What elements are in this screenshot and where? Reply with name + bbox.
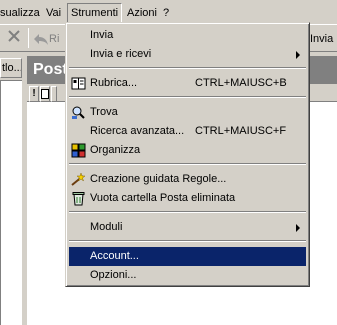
menu-item-label: Creazione guidata Regole... xyxy=(90,173,227,185)
menu-item-label: Ricerca avanzata... xyxy=(90,125,185,137)
menu-separator xyxy=(69,240,306,242)
menu-separator xyxy=(69,96,306,98)
menu-item-label: Trova xyxy=(90,106,118,118)
organize-icon xyxy=(71,143,86,158)
menu-item-account[interactable]: Account... xyxy=(69,247,306,266)
menu-visualizza[interactable]: sualizza xyxy=(0,5,43,21)
menu-item-rubrica[interactable]: Rubrica... CTRL+MAIUSC+B xyxy=(69,74,306,93)
menu-item-moduli[interactable]: Moduli xyxy=(69,218,306,237)
menu-item-organizza[interactable]: Organizza xyxy=(69,141,306,160)
menu-item-label: Organizza xyxy=(90,144,141,156)
importance-column[interactable]: ! xyxy=(29,86,39,102)
menu-separator xyxy=(69,211,306,213)
menu-item-label: Account... xyxy=(90,250,139,262)
send-button[interactable]: Invia xyxy=(310,29,333,49)
menu-item-label: Moduli xyxy=(90,221,123,233)
submenu-arrow-icon xyxy=(296,51,300,59)
menu-item-vuota-posta-eliminata[interactable]: Vuota cartella Posta eliminata xyxy=(69,189,306,208)
menu-azioni[interactable]: Azioni xyxy=(124,5,160,21)
menu-item-ricerca-avanzata[interactable]: Ricerca avanzata... CTRL+MAIUSC+F xyxy=(69,122,306,141)
attachment-column[interactable] xyxy=(40,86,50,102)
menu-bar: sualizza Vai Strumenti Azioni ? xyxy=(0,0,337,24)
menu-item-label: Invia e ricevi xyxy=(90,48,152,60)
menu-item-creazione-guidata-regole[interactable]: Creazione guidata Regole... xyxy=(69,170,306,189)
menu-item-opzioni[interactable]: Opzioni... xyxy=(69,266,306,285)
menu-strumenti[interactable]: Strumenti xyxy=(67,3,123,23)
toolbar-divider xyxy=(28,28,29,48)
submenu-arrow-icon xyxy=(296,224,300,232)
address-book-icon xyxy=(71,76,86,91)
rules-wizard-icon xyxy=(71,172,86,187)
menu-item-label: Vuota cartella Posta eliminata xyxy=(90,192,236,204)
find-icon xyxy=(71,105,86,120)
menu-vai[interactable]: Vai xyxy=(43,5,64,21)
menu-item-shortcut: CTRL+MAIUSC+F xyxy=(195,125,287,137)
strumenti-dropdown: Invia Invia e ricevi Rubrica... CTRL+MAI… xyxy=(65,22,310,287)
folder-list[interactable] xyxy=(0,80,22,325)
menu-help[interactable]: ? xyxy=(160,5,172,21)
menu-item-trova[interactable]: Trova xyxy=(69,103,306,122)
reply-label: Ri xyxy=(49,33,60,45)
recycle-bin-icon xyxy=(71,191,86,206)
close-icon[interactable] xyxy=(6,28,22,48)
menu-item-invia[interactable]: Invia xyxy=(69,26,306,45)
icon-column[interactable] xyxy=(51,86,57,102)
menu-item-shortcut: CTRL+MAIUSC+B xyxy=(195,77,287,89)
menu-separator xyxy=(69,67,306,69)
folder-pane: tlo... xyxy=(0,54,24,325)
reply-button[interactable]: Ri xyxy=(33,29,59,49)
menu-item-label: Rubrica... xyxy=(90,77,138,89)
menu-item-label: Opzioni... xyxy=(90,269,137,281)
folder-pane-header[interactable]: tlo... xyxy=(0,58,22,78)
menu-item-label: Invia xyxy=(90,29,114,41)
menu-item-invia-e-ricevi[interactable]: Invia e ricevi xyxy=(69,45,306,64)
menu-separator xyxy=(69,163,306,165)
